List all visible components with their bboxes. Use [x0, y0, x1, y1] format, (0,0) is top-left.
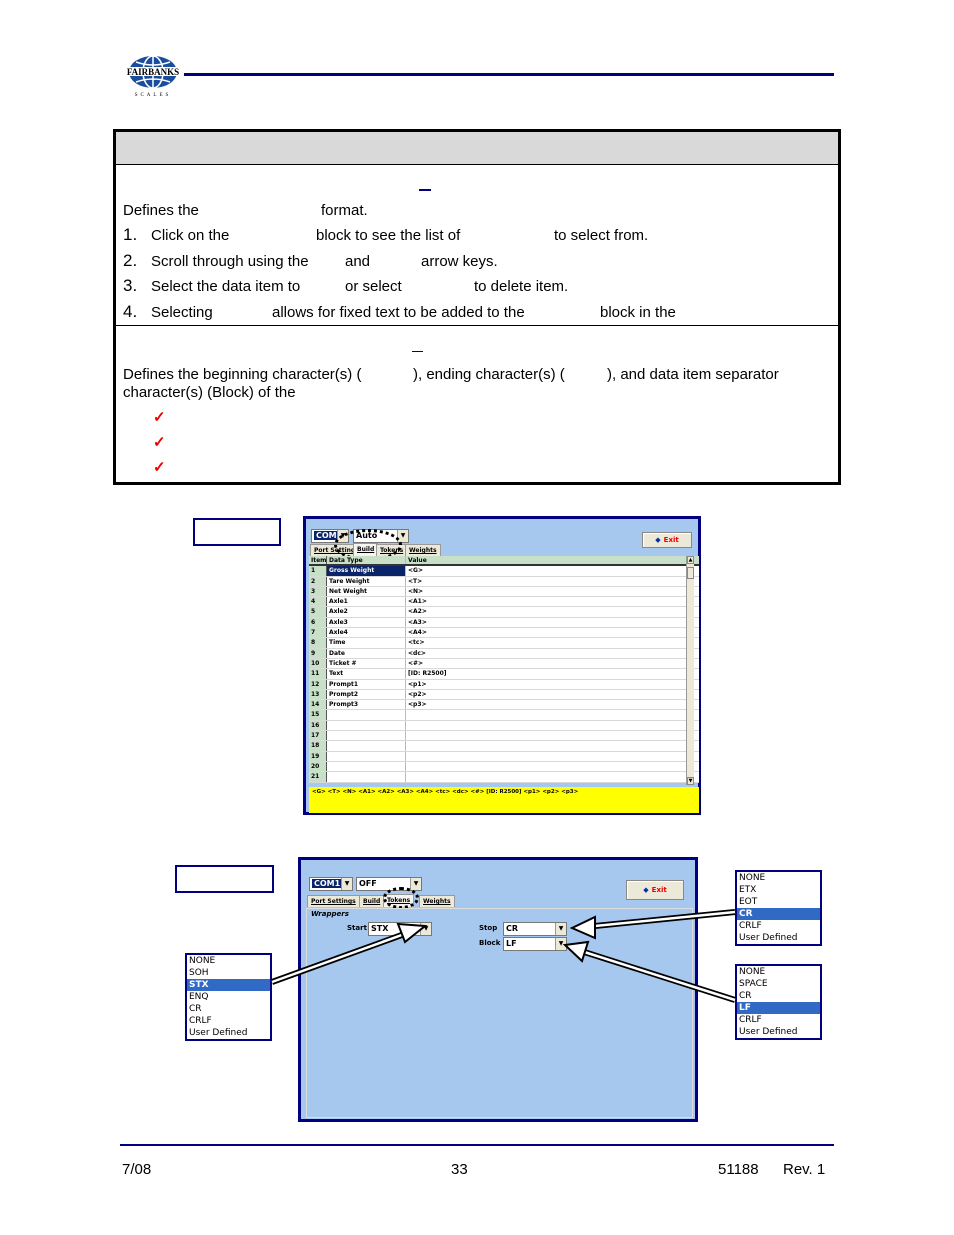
footer-rule [120, 1144, 834, 1146]
arrowhead [569, 915, 596, 940]
footer-date: 7/08 [122, 1161, 152, 1178]
footer-revision: Rev. 1 [783, 1161, 826, 1178]
arrowhead [562, 940, 590, 963]
footer-doc-number: 51188 [718, 1161, 759, 1178]
arrowhead [396, 922, 428, 944]
callout-arrows [270, 909, 736, 1003]
footer-page-number: 33 [451, 1161, 468, 1178]
